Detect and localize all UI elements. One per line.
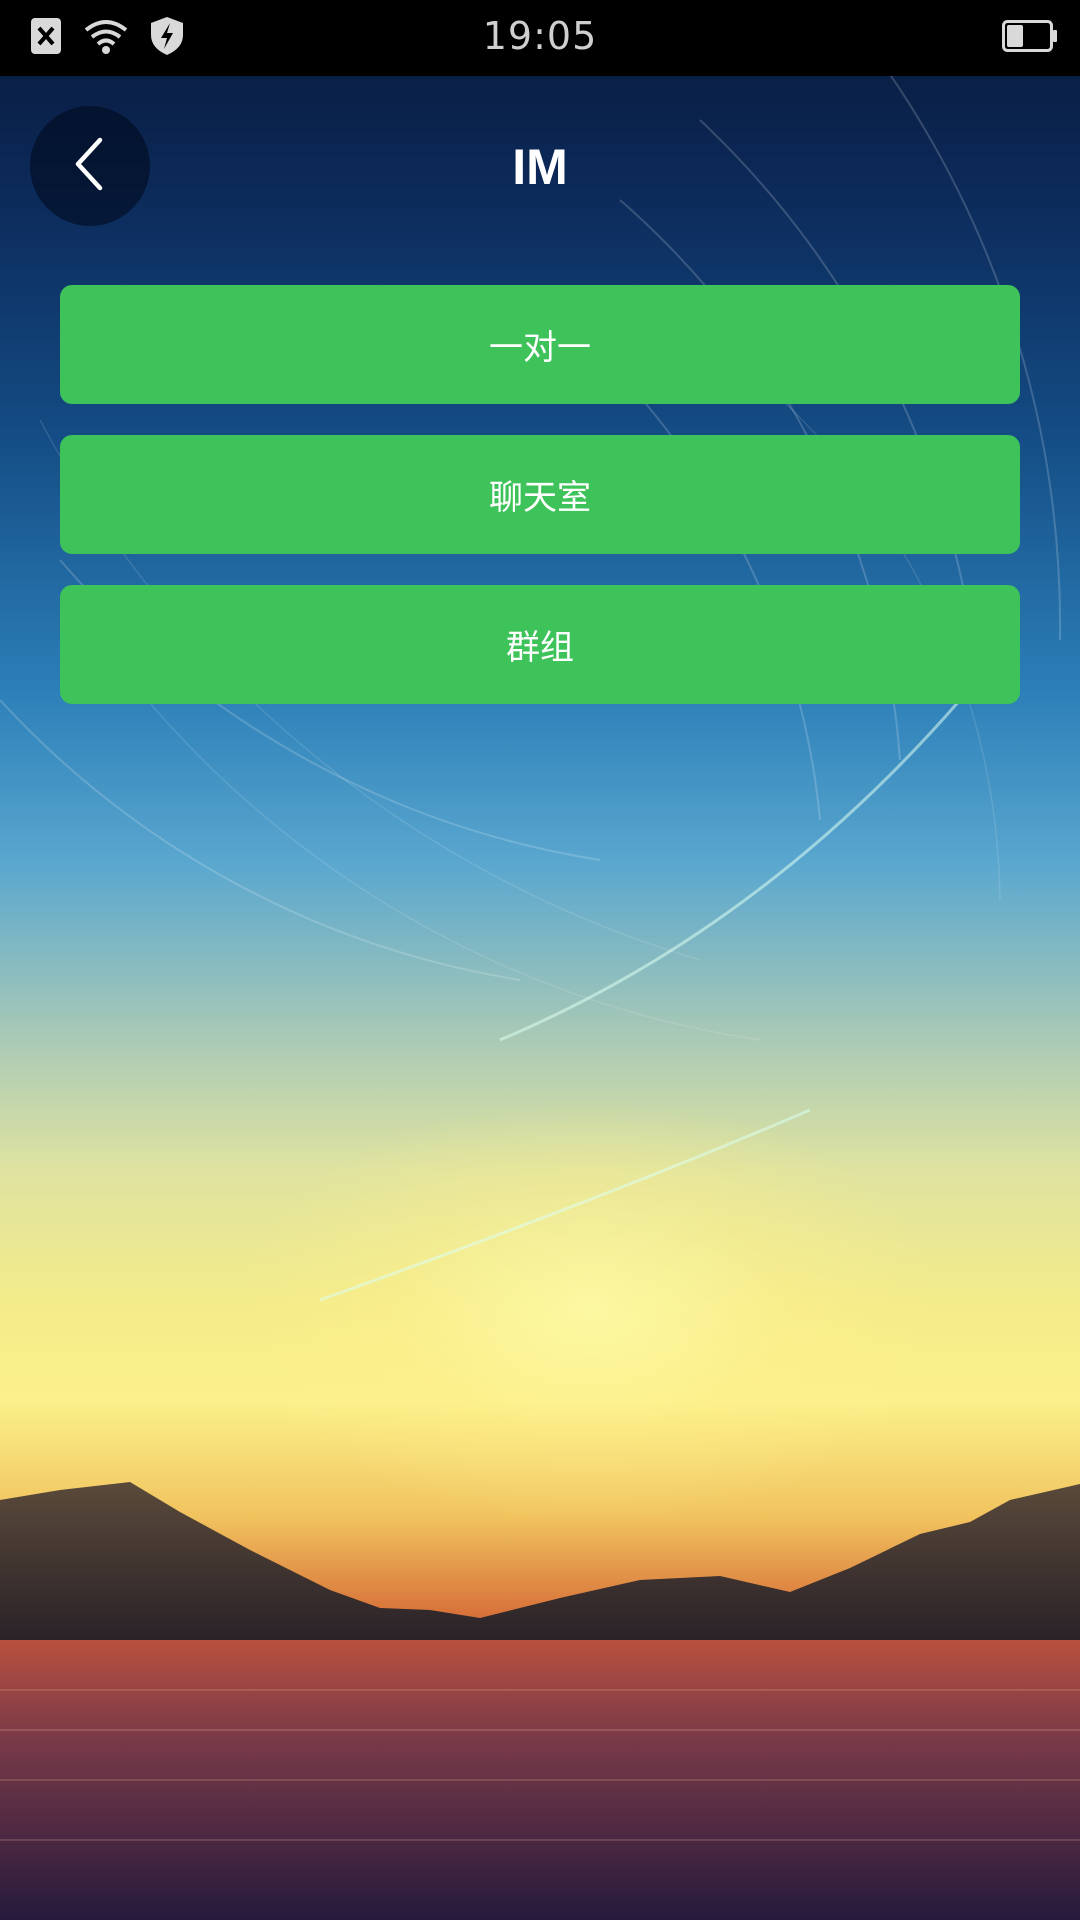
mountain-lake-landscape: [0, 1482, 1080, 1920]
group-label: 群组: [506, 628, 574, 668]
group-button[interactable]: 群组: [60, 585, 1020, 704]
sun-glow: [240, 1100, 940, 1520]
header: IM: [0, 76, 1080, 266]
screen: 19:05 IM 一对一 聊天室 群组: [0, 0, 1080, 1920]
one-to-one-button[interactable]: 一对一: [60, 285, 1020, 404]
im-menu: 一对一 聊天室 群组: [60, 285, 1020, 735]
status-bar: 19:05: [0, 0, 1080, 76]
chat-room-button[interactable]: 聊天室: [60, 435, 1020, 554]
chat-room-label: 聊天室: [489, 478, 591, 518]
page-title: IM: [512, 139, 568, 195]
one-to-one-label: 一对一: [489, 328, 591, 368]
status-time: 19:05: [482, 14, 598, 58]
battery-icon: [1002, 20, 1058, 52]
